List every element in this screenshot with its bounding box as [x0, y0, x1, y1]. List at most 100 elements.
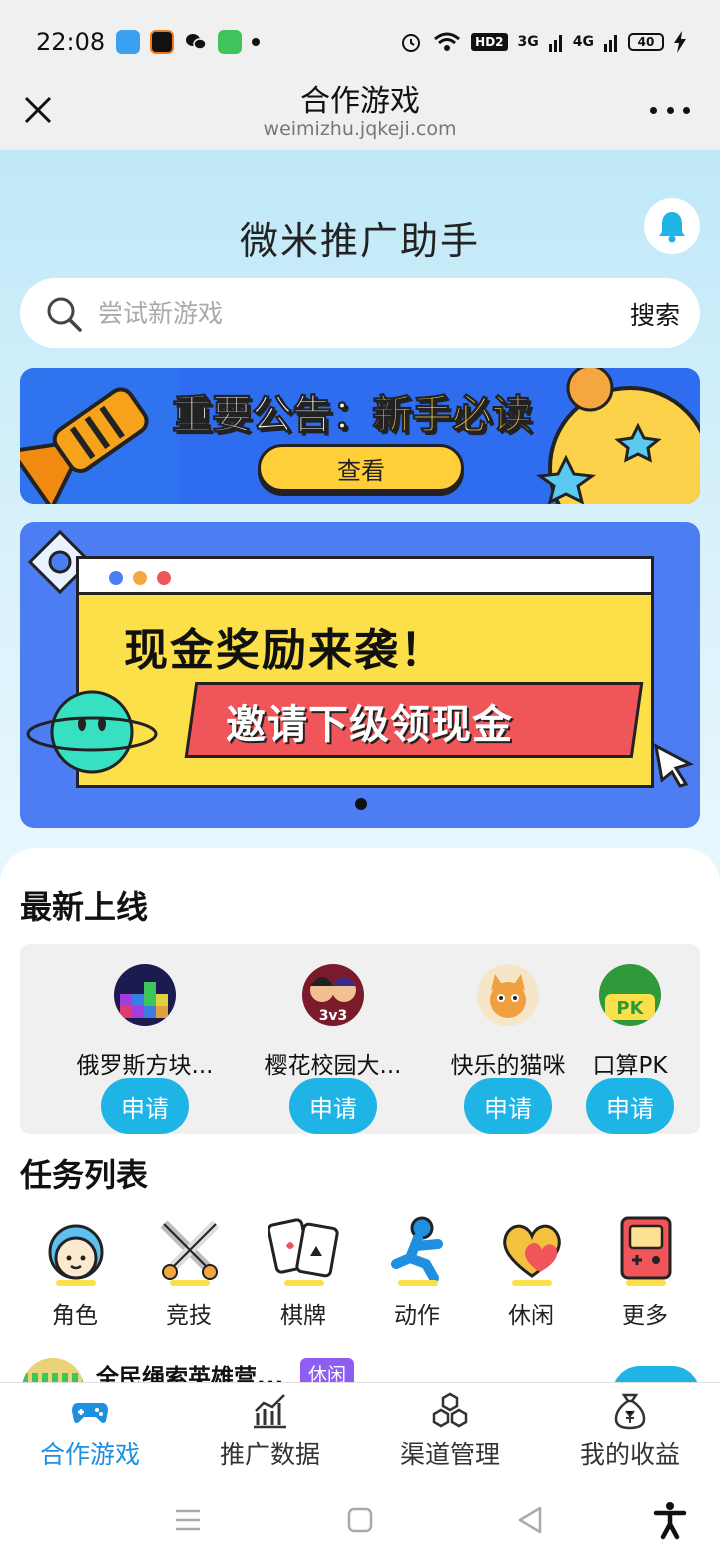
wifi-icon: [434, 32, 461, 51]
cards-icon: [268, 1218, 339, 1286]
task-item[interactable]: 全民绳索英雄营... 休闲: [20, 1354, 700, 1382]
category-label: 棋牌: [280, 1303, 326, 1329]
announcement-title: 重要公告：新手必读: [172, 382, 533, 440]
app-notification-icon: [150, 30, 174, 54]
game-card-tetris[interactable]: 俄罗斯方块... 申请: [60, 964, 230, 1134]
signal-icon-2: [604, 35, 617, 52]
announcement-banner[interactable]: 重要公告：新手必读 查看: [20, 368, 700, 504]
dot-icon: [133, 571, 147, 585]
announcement-title-part2: 新手必读: [372, 392, 533, 439]
nav-channel-management[interactable]: 渠道管理: [360, 1383, 540, 1479]
more-notifications-dot: [252, 38, 260, 46]
app-title: 微米推广助手: [239, 219, 480, 263]
svg-text:3v3: 3v3: [319, 1008, 348, 1024]
menu-icon[interactable]: [168, 1500, 208, 1540]
category-label: 休闲: [508, 1303, 554, 1329]
dot-icon: [666, 106, 674, 114]
heart-icon: [503, 1224, 561, 1286]
title-bar: 合作游戏 weimizhu.jqkeji.com: [0, 80, 720, 150]
category-more[interactable]: 更多: [590, 1214, 700, 1334]
nav-label: 我的收益: [579, 1440, 680, 1469]
task-apply-button[interactable]: [612, 1366, 700, 1382]
signal-icon: [548, 35, 562, 52]
page-url: weimizhu.jqkeji.com: [263, 118, 457, 140]
task-tag: 休闲: [300, 1358, 355, 1382]
signal-4g: 4G: [572, 34, 594, 50]
carousel-indicator[interactable]: [355, 798, 367, 810]
math-pk-icon: PK: [599, 964, 661, 1026]
dot-icon: [683, 106, 690, 114]
apply-button[interactable]: 申请: [586, 1078, 674, 1134]
category-casual[interactable]: 休闲: [476, 1214, 586, 1334]
accessibility-icon[interactable]: [650, 1500, 690, 1540]
category-cards[interactable]: 棋牌: [248, 1214, 358, 1334]
newest-section-title: 最新上线: [20, 888, 149, 926]
view-button[interactable]: 查看: [258, 444, 464, 492]
weather-icon: [116, 30, 140, 54]
signal-3g: 3G: [517, 34, 539, 50]
reward-subtitle: 邀请下级领现金: [226, 702, 513, 748]
category-character[interactable]: 角色: [20, 1214, 130, 1334]
system-navigation-bar: [0, 1478, 720, 1560]
status-time: 22:08: [36, 28, 106, 56]
apply-button[interactable]: 申请: [464, 1078, 552, 1134]
apply-button[interactable]: 申请: [289, 1078, 377, 1134]
search-icon: [47, 297, 82, 332]
reward-card-bar: [79, 559, 651, 595]
megaphone-illustration: [20, 368, 180, 504]
dot-icon: [109, 571, 123, 585]
status-indicators: HD2 3G 4G 40: [399, 30, 686, 54]
cash-reward-banner[interactable]: 现金奖励来袭！ 邀请下级领现金: [20, 522, 700, 828]
game-card-sakura[interactable]: 3v3 樱花校园大... 申请: [248, 964, 418, 1134]
nav-promotion-data[interactable]: 推广数据: [180, 1383, 360, 1479]
page-title: 合作游戏: [300, 84, 420, 119]
more-options-button[interactable]: [650, 100, 690, 120]
tasks-section-title: 任务列表: [20, 1156, 149, 1194]
newest-games-list: 俄罗斯方块... 申请 3v3 樱花校园大... 申请 快乐的猫咪 申请 PK: [20, 944, 700, 1134]
search-bar[interactable]: 搜索: [20, 278, 700, 348]
search-button[interactable]: 搜索: [630, 296, 680, 332]
battery-icon: 40: [628, 33, 664, 51]
main-panel: 最新上线 俄罗斯方块... 申请 3v3 樱花校园大... 申请 快乐的猫咪 申…: [0, 848, 720, 1382]
chart-icon: [254, 1394, 286, 1429]
page-content: 微米推广助手 搜索 重要公告：新手必读 查看: [0, 150, 720, 1382]
nav-my-earnings[interactable]: 我的收益: [540, 1383, 720, 1479]
task-game-icon: [22, 1358, 84, 1382]
apply-button[interactable]: 申请: [101, 1078, 189, 1134]
announcement-title-part1: 重要公告：: [172, 392, 373, 439]
category-competitive[interactable]: 竞技: [134, 1214, 244, 1334]
planet-face-illustration: [26, 690, 158, 774]
cat-icon: [477, 964, 539, 1026]
home-icon[interactable]: [340, 1500, 380, 1540]
money-bag-icon: [614, 1393, 646, 1430]
task-name: 全民绳索英雄营...: [96, 1365, 284, 1382]
nav-label: 合作游戏: [39, 1440, 140, 1469]
game-card-math-pk[interactable]: PK 口算PK 申请: [566, 964, 694, 1134]
category-label: 更多: [622, 1303, 668, 1329]
bell-icon: [659, 212, 685, 243]
reward-title: 现金奖励来袭！: [124, 625, 446, 676]
notification-button[interactable]: [644, 198, 700, 254]
notification-icons: [116, 30, 260, 54]
category-label: 角色: [52, 1303, 98, 1329]
hexagons-icon: [432, 1392, 468, 1428]
running-icon: [391, 1216, 443, 1286]
nav-label: 渠道管理: [399, 1440, 500, 1469]
alarm-icon: [402, 34, 421, 52]
category-action[interactable]: 动作: [362, 1214, 472, 1334]
cursor-icon: [653, 743, 694, 788]
android-app-icon: [218, 30, 242, 54]
game-name: 樱花校园大...: [264, 1053, 402, 1079]
category-label: 竞技: [166, 1303, 212, 1329]
nav-label: 推广数据: [219, 1440, 320, 1469]
nav-cooperative-games[interactable]: 合作游戏: [0, 1383, 180, 1479]
search-input[interactable]: [98, 290, 598, 336]
task-categories: 角色 竞技 棋牌 动作 休闲 更多: [16, 1214, 704, 1334]
category-label: 动作: [394, 1303, 440, 1329]
dot-icon: [650, 106, 657, 114]
wechat-icon: [184, 30, 208, 54]
back-icon[interactable]: [510, 1500, 550, 1540]
sakura-school-icon: 3v3: [302, 964, 364, 1026]
svg-text:PK: PK: [616, 998, 644, 1019]
gamepad-icon: [72, 1403, 108, 1423]
